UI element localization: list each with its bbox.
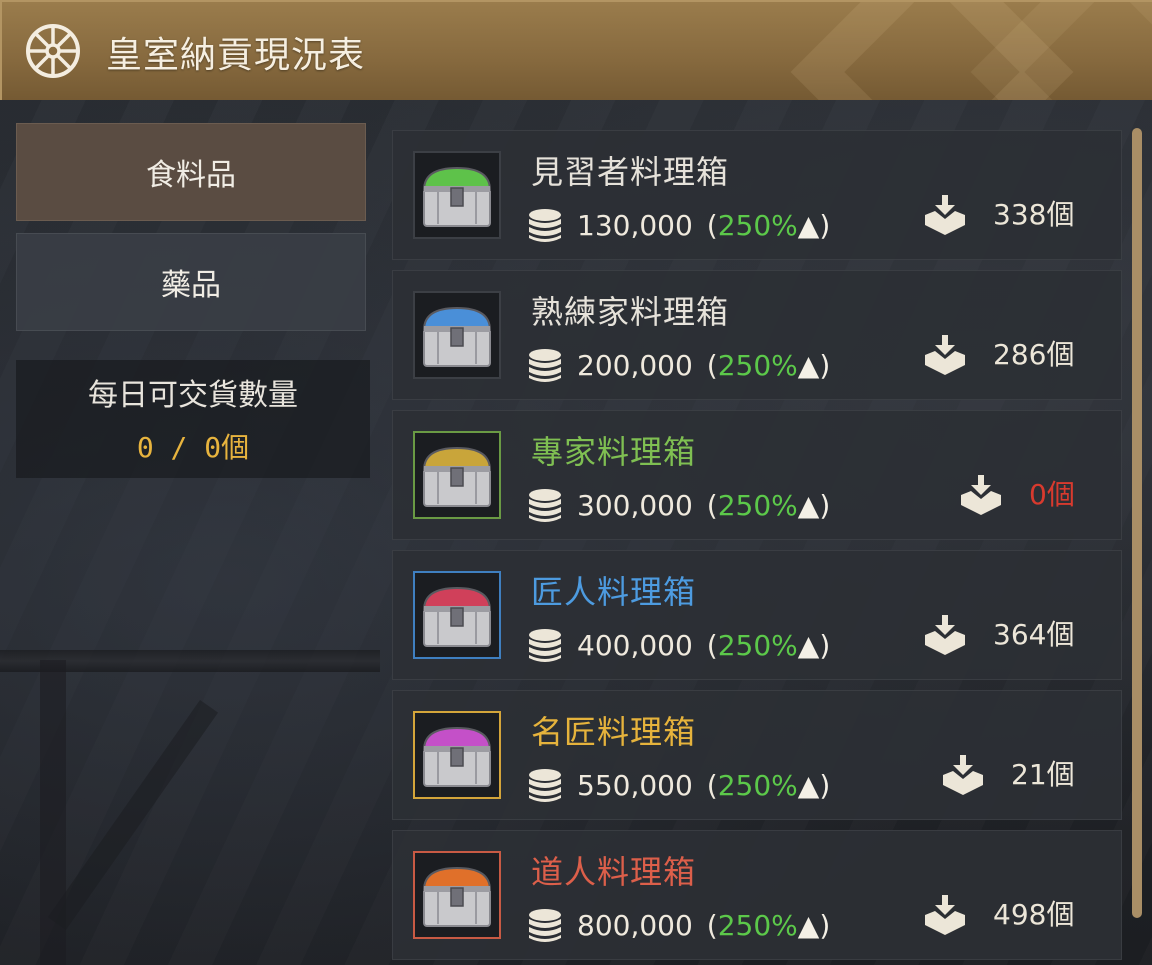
- price-percent: 250%: [717, 488, 798, 522]
- close-paren: ): [819, 348, 831, 382]
- chest-icon: [422, 166, 492, 227]
- close-paren: ): [819, 488, 831, 522]
- item-price: 800,000: [577, 908, 693, 942]
- stock-row: 338個: [923, 191, 1074, 235]
- item-price: 400,000: [577, 628, 693, 662]
- item-price: 130,000: [577, 208, 693, 242]
- price-row: 400,000 ( 250% ▲ ): [527, 627, 830, 663]
- coin-stack-icon: [529, 769, 561, 802]
- item-stock: 338個: [993, 198, 1075, 231]
- item-name: 專家料理箱: [531, 433, 697, 471]
- chest-thumbnail: [413, 151, 501, 239]
- price-percent: 250%: [717, 908, 798, 942]
- item-name: 見習者料理箱: [531, 153, 730, 191]
- item-stock: 21個: [1011, 758, 1075, 791]
- close-paren: ): [819, 628, 831, 662]
- tab-label: 食料品: [146, 158, 236, 193]
- scrollbar[interactable]: [1132, 128, 1142, 918]
- chest-thumbnail: [413, 571, 501, 659]
- item-price: 550,000: [577, 768, 693, 802]
- chest-icon: [422, 306, 492, 367]
- coin-stack-icon: [529, 489, 561, 522]
- close-paren: ): [819, 208, 831, 242]
- price-row: 800,000 ( 250% ▲ ): [527, 907, 830, 943]
- coin-stack-icon: [529, 209, 561, 242]
- deliver-box-icon: [925, 195, 965, 235]
- item-stock: 498個: [993, 898, 1075, 931]
- price-row: 550,000 ( 250% ▲ ): [527, 767, 830, 803]
- item-name: 道人料理箱: [531, 853, 697, 891]
- list-item[interactable]: 名匠料理箱 550,000 ( 250% ▲ ) 21個: [392, 690, 1122, 820]
- close-paren: ): [819, 768, 831, 802]
- stock-row: 364個: [923, 611, 1074, 655]
- up-arrow: ▲: [797, 488, 820, 522]
- list-item[interactable]: 熟練家料理箱 200,000 ( 250% ▲ ) 286個: [392, 270, 1122, 400]
- price-percent: 250%: [717, 348, 798, 382]
- wheel-icon: [26, 24, 80, 78]
- coin-stack-icon: [529, 909, 561, 942]
- item-stock: 286個: [993, 338, 1075, 371]
- list-item[interactable]: 專家料理箱 300,000 ( 250% ▲ ) 0個: [392, 410, 1122, 540]
- price-row: 300,000 ( 250% ▲ ): [527, 487, 830, 523]
- tab-food[interactable]: 食料品: [16, 123, 366, 221]
- stock-row: 0個: [959, 471, 1075, 515]
- deliver-box-icon: [943, 755, 983, 795]
- daily-quota-label: 每日可交貨數量: [88, 378, 298, 413]
- deliver-box-icon: [925, 895, 965, 935]
- daily-quota-value: 0 / 0個: [136, 431, 250, 464]
- stock-row: 21個: [941, 751, 1075, 795]
- up-arrow: ▲: [797, 768, 820, 802]
- item-name: 熟練家料理箱: [531, 293, 730, 331]
- price-percent: 250%: [717, 208, 798, 242]
- chest-thumbnail: [413, 431, 501, 519]
- open-paren: (: [706, 488, 718, 522]
- open-paren: (: [706, 208, 718, 242]
- chest-icon: [422, 446, 492, 507]
- open-paren: (: [706, 348, 718, 382]
- item-name: 匠人料理箱: [531, 573, 697, 611]
- list-item[interactable]: 匠人料理箱 400,000 ( 250% ▲ ) 364個: [392, 550, 1122, 680]
- list-item[interactable]: 見習者料理箱 130,000 ( 250% ▲ ) 338個: [392, 130, 1122, 260]
- up-arrow: ▲: [797, 208, 820, 242]
- open-paren: (: [706, 628, 718, 662]
- chest-thumbnail: [413, 851, 501, 939]
- item-price: 300,000: [577, 488, 693, 522]
- item-stock: 364個: [993, 618, 1075, 651]
- window-header: 皇室納貢現況表: [0, 0, 1152, 100]
- item-price: 200,000: [577, 348, 693, 382]
- tab-medicine[interactable]: 藥品: [16, 233, 366, 331]
- chest-icon: [422, 586, 492, 647]
- open-paren: (: [706, 908, 718, 942]
- up-arrow: ▲: [797, 628, 820, 662]
- item-stock: 0個: [1029, 478, 1075, 511]
- daily-quota-panel: 每日可交貨數量 0 / 0個: [16, 360, 370, 478]
- up-arrow: ▲: [797, 908, 820, 942]
- up-arrow: ▲: [797, 348, 820, 382]
- chest-thumbnail: [413, 291, 501, 379]
- stock-row: 286個: [923, 331, 1074, 375]
- chest-icon: [422, 726, 492, 787]
- stock-row: 498個: [923, 891, 1074, 935]
- chest-thumbnail: [413, 711, 501, 799]
- price-row: 130,000 ( 250% ▲ ): [527, 207, 830, 243]
- deliver-box-icon: [925, 335, 965, 375]
- price-row: 200,000 ( 250% ▲ ): [527, 347, 830, 383]
- window-title: 皇室納貢現況表: [106, 35, 366, 76]
- open-paren: (: [706, 768, 718, 802]
- coin-stack-icon: [529, 629, 561, 662]
- deliver-box-icon: [961, 475, 1001, 515]
- tab-label: 藥品: [161, 268, 221, 303]
- price-percent: 250%: [717, 628, 798, 662]
- deliver-box-icon: [925, 615, 965, 655]
- close-paren: ): [819, 908, 831, 942]
- item-name: 名匠料理箱: [531, 713, 697, 751]
- coin-stack-icon: [529, 349, 561, 382]
- price-percent: 250%: [717, 768, 798, 802]
- list-item[interactable]: 道人料理箱 800,000 ( 250% ▲ ) 498個: [392, 830, 1122, 960]
- chest-icon: [422, 866, 492, 927]
